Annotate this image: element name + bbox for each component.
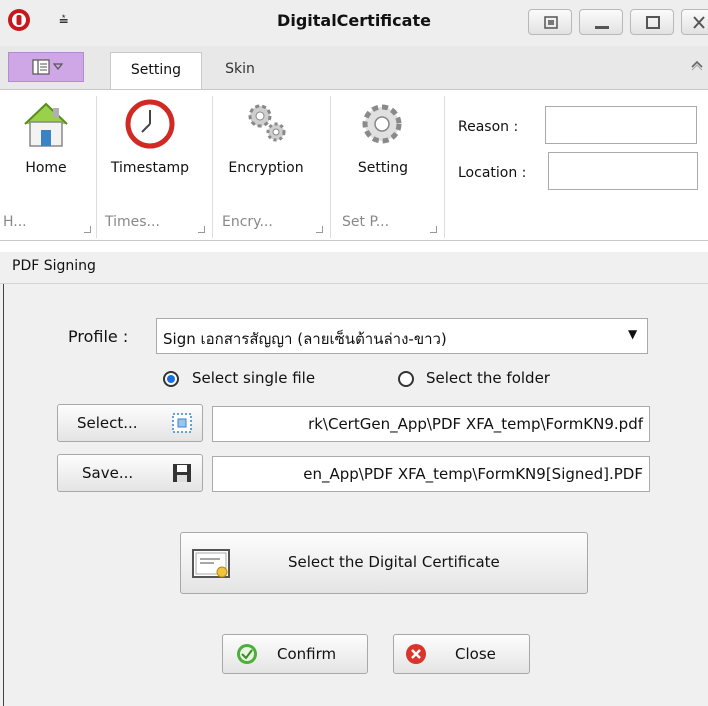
group-expand-icon[interactable] — [84, 226, 91, 233]
select-button-label[interactable]: Select... — [77, 414, 138, 432]
group-label-timestamp: Times... — [105, 214, 160, 230]
check-icon — [236, 643, 258, 665]
group-expand-icon[interactable] — [198, 226, 205, 233]
home-icon[interactable] — [20, 98, 72, 150]
group-expand-icon[interactable] — [430, 226, 437, 233]
select-file-icon — [171, 412, 193, 434]
close-window-button[interactable] — [681, 9, 708, 35]
group-divider — [96, 96, 97, 238]
maximize-button[interactable] — [630, 9, 674, 35]
radio-single-file[interactable] — [163, 371, 179, 387]
save-path-field[interactable]: en_App\PDF XFA_temp\FormKN9[Signed].PDF — [212, 456, 650, 492]
fullscreen-button[interactable] — [528, 9, 572, 35]
profile-label: Profile : — [68, 327, 129, 346]
close-icon — [405, 643, 427, 665]
panel-border — [3, 284, 4, 706]
group-expand-icon[interactable] — [316, 226, 323, 233]
location-input[interactable] — [548, 152, 698, 190]
tab-setting[interactable]: Setting — [110, 52, 202, 90]
save-button-label[interactable]: Save... — [82, 464, 133, 482]
save-path-text: en_App\PDF XFA_temp\FormKN9[Signed].PDF — [303, 465, 643, 483]
group-label-encryption: Encry... — [222, 214, 273, 230]
clock-icon[interactable] — [124, 98, 176, 150]
minimize-button[interactable] — [579, 9, 623, 35]
select-path-field[interactable]: rk\CertGen_App\PDF XFA_temp\FormKN9.pdf — [212, 406, 650, 442]
group-label-home: H... — [3, 214, 27, 230]
radio-select-folder-label[interactable]: Select the folder — [426, 369, 550, 387]
setting-button-label[interactable]: Setting — [344, 160, 422, 176]
ribbon-tab-row — [0, 46, 708, 90]
location-label: Location : — [458, 165, 527, 181]
select-certificate-label[interactable]: Select the Digital Certificate — [288, 553, 500, 571]
collapse-ribbon-icon[interactable] — [690, 58, 704, 76]
reason-input[interactable] — [545, 106, 697, 144]
group-label-setting: Set P... — [342, 214, 390, 230]
section-header — [0, 252, 708, 284]
tab-skin[interactable]: Skin — [220, 52, 260, 90]
gears-icon[interactable] — [240, 98, 292, 150]
confirm-button-label[interactable]: Confirm — [277, 645, 336, 663]
group-divider — [330, 96, 331, 238]
group-divider — [212, 96, 213, 238]
home-button-label[interactable]: Home — [22, 160, 70, 176]
app-menu-button[interactable] — [8, 52, 84, 82]
gear-icon[interactable] — [356, 98, 408, 150]
radio-single-file-label[interactable]: Select single file — [192, 369, 315, 387]
select-path-text: rk\CertGen_App\PDF XFA_temp\FormKN9.pdf — [308, 415, 643, 433]
dropdown-arrow-icon[interactable]: ▼ — [628, 327, 637, 341]
profile-value: Sign เอกสารสัญญา (ลายเซ็นต้านล่าง-ขาว) — [163, 330, 447, 348]
floppy-disk-icon — [171, 462, 193, 484]
group-divider — [444, 96, 445, 238]
timestamp-button-label[interactable]: Timestamp — [104, 160, 196, 176]
radio-select-folder[interactable] — [398, 371, 414, 387]
certificate-icon — [192, 548, 232, 580]
encryption-button-label[interactable]: Encryption — [218, 160, 314, 176]
radio-selected-dot — [167, 375, 175, 383]
reason-label: Reason : — [458, 119, 519, 135]
section-title: PDF Signing — [12, 258, 96, 274]
close-button-label[interactable]: Close — [455, 645, 496, 663]
